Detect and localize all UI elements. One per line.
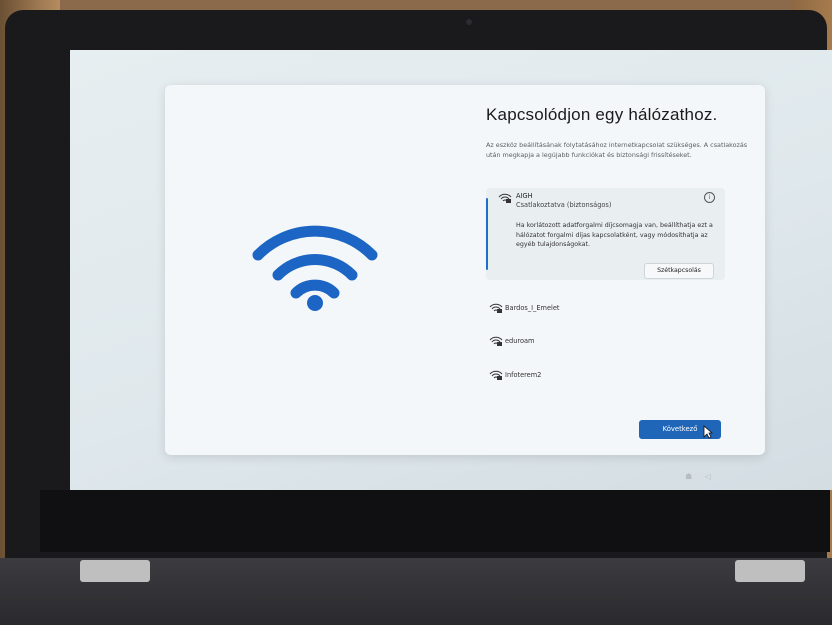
wifi-illustration-icon <box>252 225 378 311</box>
network-list-item[interactable]: eduroam <box>486 331 725 353</box>
page-subtitle: Az eszköz beállításának folytatásához in… <box>486 141 748 159</box>
hinge-right <box>735 560 805 582</box>
selection-indicator <box>486 198 488 270</box>
secured-wifi-icon <box>489 303 503 313</box>
secured-wifi-icon <box>489 370 503 380</box>
network-list-item[interactable]: Infoterem2 <box>486 365 725 387</box>
volume-icon[interactable]: ◁ <box>705 472 711 481</box>
oobe-window: Kapcsolódjon egy hálózathoz. Az eszköz b… <box>165 85 765 455</box>
secured-wifi-icon <box>489 336 503 346</box>
webcam <box>466 19 472 25</box>
network-list-item[interactable]: Bardos_I_Emelet <box>486 298 725 320</box>
secured-wifi-icon <box>498 193 512 203</box>
page-title: Kapcsolódjon egy hálózathoz. <box>486 105 718 124</box>
screen-bezel-bottom <box>40 490 830 552</box>
selected-network-name: AIGH <box>516 192 533 200</box>
accessibility-icon[interactable]: ☗ <box>685 472 692 481</box>
selected-network-status: Csatlakoztatva (biztonságos) <box>516 201 612 209</box>
mouse-cursor-icon <box>703 425 713 439</box>
hinge-left <box>80 560 150 582</box>
metered-connection-note: Ha korlátozott adatforgalmi díjcsomagja … <box>516 222 713 248</box>
network-name: eduroam <box>505 337 535 345</box>
screen: Kapcsolódjon egy hálózathoz. Az eszköz b… <box>70 50 832 490</box>
system-tray: ☗ ◁ <box>685 472 711 481</box>
network-name: Bardos_I_Emelet <box>505 304 560 312</box>
selected-network-card[interactable]: AIGH Csatlakoztatva (biztonságos) i Ha k… <box>486 188 725 280</box>
disconnect-button[interactable]: Szétkapcsolás <box>644 263 714 279</box>
network-name: Infoterem2 <box>505 371 542 379</box>
info-icon[interactable]: i <box>704 192 715 203</box>
